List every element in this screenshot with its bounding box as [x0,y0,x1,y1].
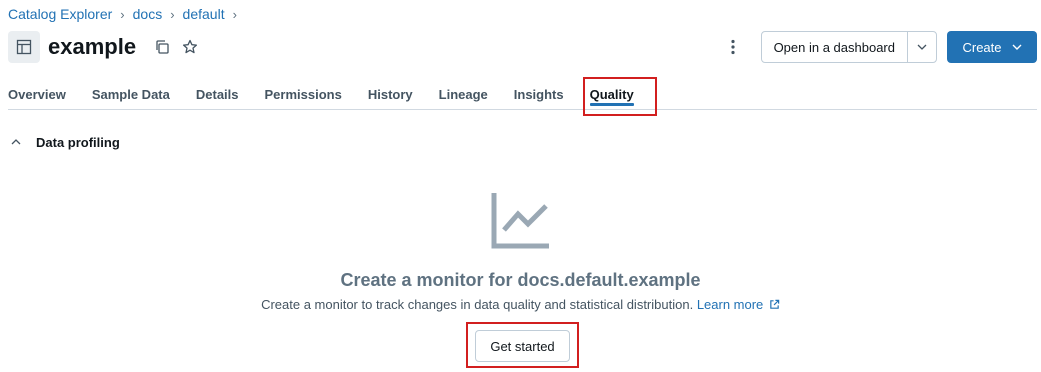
learn-more-label: Learn more [696,297,764,312]
quality-tab-highlight [583,77,657,116]
title-row: example Open in a dashboard Create [8,30,1037,64]
section-title: Data profiling [36,134,120,150]
chevron-down-icon [1012,44,1022,50]
breadcrumb-default[interactable]: default [183,6,225,22]
empty-state [0,190,1041,250]
open-dashboard-button[interactable]: Open in a dashboard [762,32,908,62]
header-actions: Open in a dashboard Create [721,31,1037,63]
tab-sample-data[interactable]: Sample Data [92,76,170,110]
tab-details[interactable]: Details [196,76,239,110]
breadcrumb-docs[interactable]: docs [133,6,163,22]
tab-overview[interactable]: Overview [8,76,66,110]
breadcrumb-separator: › [232,6,237,22]
data-profiling-section-toggle[interactable]: Data profiling [8,134,120,150]
external-link-icon [770,299,780,309]
tab-history[interactable]: History [368,76,413,110]
create-button[interactable]: Create [947,31,1037,63]
chevron-down-icon[interactable] [908,32,936,62]
create-button-label: Create [962,39,1002,55]
copy-icon[interactable] [152,37,172,57]
breadcrumb: Catalog Explorer › docs › default › [8,6,245,22]
chevron-up-icon [8,134,24,150]
tab-lineage[interactable]: Lineage [439,76,488,110]
empty-state-description-text: Create a monitor to track changes in dat… [261,297,694,312]
empty-state-title: Create a monitor for docs.default.exampl… [340,270,701,290]
empty-state-description: Create a monitor to track changes in dat… [0,297,1041,312]
tab-insights[interactable]: Insights [514,76,564,110]
table-icon [8,31,40,63]
learn-more-link[interactable]: Learn more [697,297,780,312]
open-dashboard-split-button: Open in a dashboard [760,31,937,63]
tab-permissions[interactable]: Permissions [265,76,342,110]
page-title: example [48,34,137,59]
breadcrumb-catalog-explorer[interactable]: Catalog Explorer [8,6,112,22]
line-chart-icon [491,193,549,249]
kebab-menu-icon[interactable] [721,31,745,63]
breadcrumb-separator: › [170,6,175,22]
get-started-highlight [466,322,579,368]
star-icon[interactable] [180,37,200,57]
breadcrumb-separator: › [120,6,125,22]
tab-bar: Overview Sample Data Details Permissions… [8,76,1037,110]
